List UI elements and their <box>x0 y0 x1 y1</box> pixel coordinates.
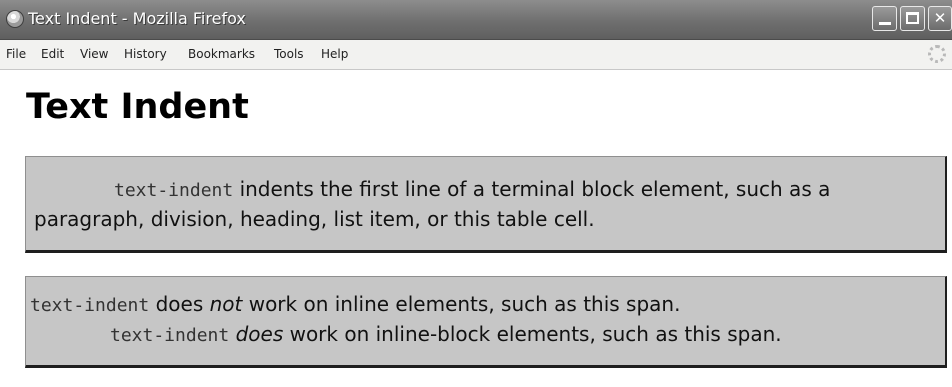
box2-line1-code: text-indent <box>30 295 150 316</box>
box2-line1-pre: does <box>149 292 210 316</box>
inline-span: text-indent does not work on inline elem… <box>30 290 941 320</box>
close-button[interactable]: ✕ <box>928 6 952 31</box>
menu-file[interactable]: File <box>6 47 26 61</box>
box2-line2-post: work on inline-block elements, such as t… <box>283 322 782 346</box>
close-icon: ✕ <box>933 9 947 27</box>
maximize-button[interactable] <box>900 6 925 31</box>
box2-line2-code: text-indent <box>110 325 230 346</box>
menu-history[interactable]: History <box>124 47 167 61</box>
box1-paragraph: text-indent indents the first line of a … <box>34 175 937 233</box>
firefox-icon <box>6 10 24 28</box>
menu-tools[interactable]: Tools <box>274 47 304 61</box>
box1-code: text-indent <box>114 180 234 201</box>
inline-demo-cell: text-indent does not work on inline elem… <box>25 276 947 368</box>
window-title: Text Indent - Mozilla Firefox <box>28 9 246 28</box>
box2-line1-em: not <box>209 292 243 316</box>
box2-line2-em: does <box>235 322 284 346</box>
menu-bar: File Edit View History Bookmarks Tools H… <box>0 40 952 70</box>
menu-bookmarks[interactable]: Bookmarks <box>188 47 255 61</box>
window-titlebar: Text Indent - Mozilla Firefox ✕ <box>0 0 952 40</box>
menu-help[interactable]: Help <box>321 47 348 61</box>
maximize-icon <box>906 12 919 24</box>
loading-throbber-icon <box>928 45 946 63</box>
menu-view[interactable]: View <box>80 47 108 61</box>
page-title: Text Indent <box>26 87 249 127</box>
indent-table-cell: text-indent indents the first line of a … <box>25 156 947 253</box>
inline-block-span: text-indent does work on inline-block el… <box>30 320 782 350</box>
menu-edit[interactable]: Edit <box>41 47 64 61</box>
page-content: Text Indent text-indent indents the firs… <box>0 70 952 387</box>
minimize-icon <box>879 22 891 25</box>
minimize-button[interactable] <box>872 6 897 31</box>
box2-line1-post: work on inline elements, such as this sp… <box>242 292 681 316</box>
